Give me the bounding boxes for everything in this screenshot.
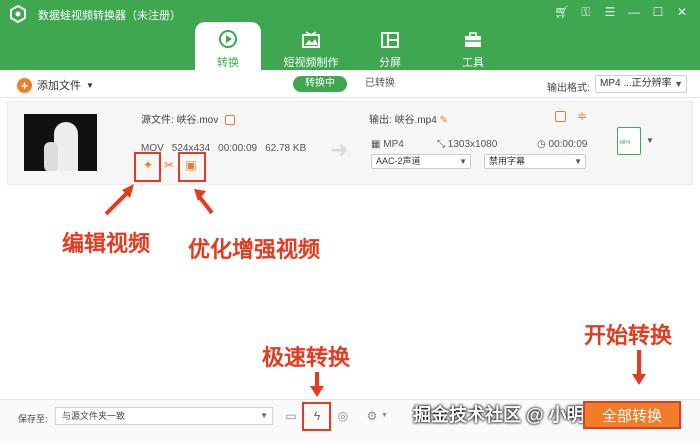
close-icon[interactable]: ✕ <box>674 4 690 20</box>
folder-icon[interactable]: ▭ <box>283 408 299 424</box>
cart-icon[interactable]: 🛒︎ <box>554 4 570 20</box>
chevron-down-icon[interactable]: ▼ <box>381 412 388 419</box>
toolbar: + 添加文件 ▼ 转换中 已转换 输出格式: MP4 ...正分辨率 ▼ <box>0 70 700 98</box>
output-format-value: MP4 ...正分辨率 <box>600 78 672 89</box>
chevron-down-icon: ▼ <box>459 157 467 166</box>
output-format-badge[interactable]: MP4 <box>617 127 641 155</box>
menu-icon[interactable]: ☰ <box>602 4 618 20</box>
convert-all-button[interactable]: 全部转换 <box>583 401 681 429</box>
source-name: 峡谷.mov <box>176 115 219 126</box>
output-format-select[interactable]: MP4 ...正分辨率 ▼ <box>595 75 687 93</box>
tab-tools[interactable]: 工具 <box>440 24 506 70</box>
file-row <box>7 101 693 185</box>
output-name: 峡谷.mp4 <box>394 115 437 126</box>
title-bar: 数据蛙视频转换器（未注册） 🛒︎ ⚿ ☰ — ☐ ✕ <box>0 0 700 70</box>
annotation-arrow <box>104 184 134 216</box>
output-resolution: ⤡ 1303x1080 <box>437 139 498 150</box>
annotation-arrow <box>632 350 646 385</box>
convert-icon <box>217 28 239 50</box>
add-files-label: 添加文件 <box>37 80 81 92</box>
film-icon: ▦ <box>371 139 381 150</box>
tab-convert[interactable]: 转换 <box>195 22 261 70</box>
arrow-right-icon: ➜ <box>330 137 349 162</box>
add-files-button[interactable]: + 添加文件 ▼ <box>17 77 94 93</box>
toolbox-icon <box>462 30 484 50</box>
edit-highlight-box <box>134 152 161 182</box>
tab-label: 分屏 <box>379 57 401 69</box>
tab-label: 转换 <box>217 57 239 69</box>
save-to-label: 保存至: <box>18 414 48 424</box>
mv-icon <box>300 30 322 50</box>
app-title: 数据蛙视频转换器（未注册） <box>38 10 181 22</box>
status-segment: 转换中 已转换 <box>293 76 407 92</box>
tab-label: 短视频制作 <box>283 57 339 69</box>
output-file-name: 输出: 峡谷.mp4 ✎ <box>369 111 448 126</box>
tab-converted[interactable]: 已转换 <box>353 76 407 92</box>
edit-pencil-icon[interactable]: ✎ <box>440 115 448 126</box>
source-size: 62.78 KB <box>265 143 307 154</box>
clock-icon: ◷ <box>537 139 546 150</box>
chevron-down-icon[interactable]: ▼ <box>646 136 654 145</box>
source-meta: MOV 524x434 00:00:09 62.78 KB <box>141 143 306 154</box>
cut-icon[interactable]: ✂ <box>161 157 177 173</box>
annotation-arrow <box>310 372 324 397</box>
source-duration: 00:00:09 <box>218 143 258 154</box>
chevron-down-icon: ▼ <box>260 411 268 420</box>
subtitle-select[interactable]: 禁用字幕 ▼ <box>484 154 586 169</box>
output-format: ▦ MP4 <box>371 139 404 150</box>
app-logo-icon <box>10 5 26 23</box>
info-icon[interactable] <box>555 111 566 122</box>
maximize-icon[interactable]: ☐ <box>650 4 666 20</box>
hardware-accel-icon[interactable]: ◎ <box>335 408 351 424</box>
source-label: 源文件: <box>141 115 174 126</box>
output-duration: ◷ 00:00:09 <box>537 139 588 150</box>
output-format-label: 输出格式: <box>547 83 590 94</box>
edit-video-annotation: 编辑视频 <box>62 231 151 256</box>
video-thumbnail[interactable] <box>24 114 97 171</box>
tab-label: 工具 <box>462 57 484 69</box>
key-icon[interactable]: ⚿ <box>578 4 594 20</box>
audio-track-select[interactable]: AAC-2声道 ▼ <box>371 154 471 169</box>
tab-converting[interactable]: 转换中 <box>293 76 347 92</box>
minimize-icon[interactable]: — <box>626 4 642 20</box>
chevron-down-icon[interactable]: ▼ <box>86 81 94 90</box>
info-icon[interactable] <box>225 115 236 126</box>
chevron-down-icon: ▼ <box>574 157 582 166</box>
start-convert-annotation: 开始转换 <box>584 323 673 348</box>
tab-short-video[interactable]: 短视频制作 <box>278 24 344 70</box>
source-file-name: 源文件: 峡谷.mov <box>141 111 236 126</box>
fast-convert-annotation: 极速转换 <box>262 345 351 370</box>
split-icon[interactable]: ≑ <box>574 108 590 124</box>
resize-icon: ⤡ <box>437 139 445 150</box>
collage-icon <box>379 30 401 50</box>
plus-icon: + <box>17 77 32 93</box>
thumbnail-figure <box>44 142 58 171</box>
annotation-arrow <box>194 189 214 215</box>
enhance-highlight-box <box>178 152 206 182</box>
output-label: 输出: <box>369 115 392 126</box>
fast-convert-highlight-box <box>302 402 331 431</box>
tab-collage[interactable]: 分屏 <box>357 24 423 70</box>
save-location-select[interactable]: 与源文件夹一致 ▼ <box>55 407 273 425</box>
window-controls: 🛒︎ ⚿ ☰ — ☐ ✕ <box>554 4 690 20</box>
chevron-down-icon: ▼ <box>674 79 683 89</box>
settings-gear-icon[interactable]: ⚙ <box>364 408 380 424</box>
enhance-video-annotation: 优化增强视频 <box>188 237 321 262</box>
